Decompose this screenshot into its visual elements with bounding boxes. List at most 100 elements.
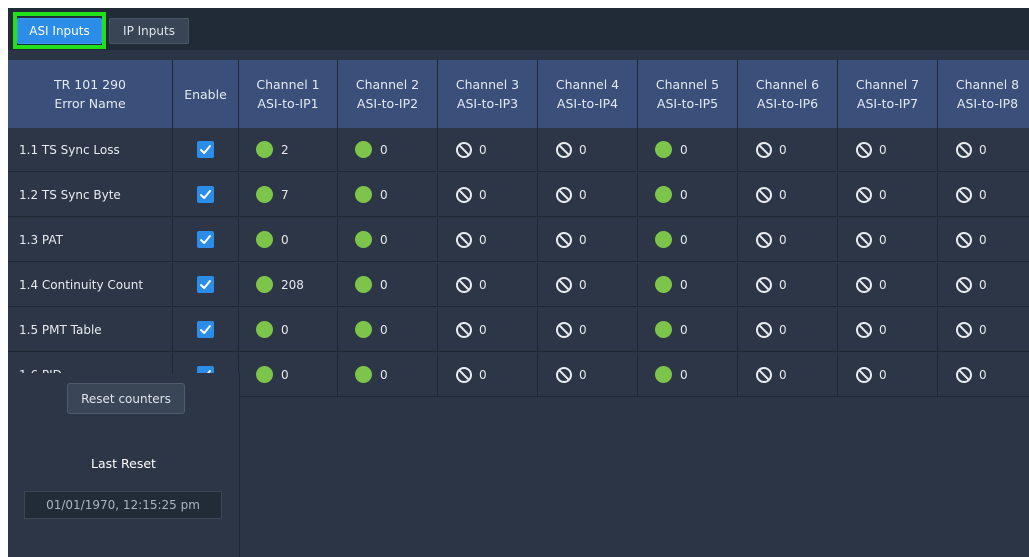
error-count: 0 [680,142,688,157]
error-count: 0 [680,367,688,382]
error-name-cell: 1.4 Continuity Count [8,263,173,307]
tab-ip-inputs[interactable]: IP Inputs [109,18,189,44]
channel-7-status-cell: 0 [838,308,938,352]
channel-6-status-cell: 0 [738,308,838,352]
error-count: 0 [380,277,388,292]
header-channel-5-line-2: ASI-to-IP5 [656,96,719,111]
checkmark-icon [200,190,211,199]
channel-5-status-cell: 0 [638,263,738,307]
header-channel-7-line-2: ASI-to-IP7 [856,96,919,111]
channel-8-status-cell: 0 [938,173,1029,217]
header-channel-6: Channel 6 ASI-to-IP6 [738,60,838,128]
error-count: 0 [879,322,887,337]
enable-cell [173,263,239,307]
enable-cell [173,218,239,262]
error-count: 0 [380,322,388,337]
channel-5-status-cell: 0 [638,308,738,352]
header-enable-line-1: Enable [184,86,227,102]
not-applicable-icon [755,321,773,339]
channel-6-status-cell: 0 [738,218,838,262]
channel-5-status-cell: 0 [638,173,738,217]
channel-8-status-cell: 0 [938,263,1029,307]
header-channel-1: Channel 1 ASI-to-IP1 [239,60,338,128]
error-count: 0 [380,367,388,382]
error-count: 0 [380,232,388,247]
not-applicable-icon [755,231,773,249]
status-ok-icon [655,321,672,338]
not-applicable-icon [455,321,473,339]
last-reset-field: 01/01/1970, 12:15:25 pm [24,491,222,519]
channel-7-status-cell: 0 [838,173,938,217]
channel-1-status-cell: 208 [239,263,338,307]
not-applicable-icon [555,186,573,204]
error-count: 0 [680,232,688,247]
header-channel-8-line-2: ASI-to-IP8 [956,96,1019,111]
channel-3-status-cell: 0 [438,128,538,172]
status-ok-icon [256,231,273,248]
channel-2-status-cell: 0 [338,173,438,217]
enable-cell [173,128,239,172]
status-ok-icon [655,276,672,293]
status-ok-icon [355,321,372,338]
header-enable: Enable [173,60,239,128]
channel-2-status-cell: 0 [338,353,438,397]
error-name-cell: 1.2 TS Sync Byte [8,173,173,217]
header-channel-8-line-1: Channel 8 [955,77,1020,92]
error-count: 0 [879,367,887,382]
header-channel-3-line-2: ASI-to-IP3 [456,96,519,111]
status-ok-icon [355,366,372,383]
error-name-cell: 1.3 PAT [8,218,173,262]
error-count: 0 [579,322,587,337]
error-count: 0 [479,232,487,247]
enable-checkbox[interactable] [197,186,214,203]
enable-checkbox[interactable] [197,276,214,293]
tab-asi-inputs[interactable]: ASI Inputs [17,18,102,44]
channel-7-status-cell: 0 [838,218,938,262]
status-ok-icon [655,186,672,203]
status-ok-icon [655,366,672,383]
error-count: 0 [779,277,787,292]
header-channel-4-line-1: Channel 4 [555,77,620,92]
status-ok-icon [256,321,273,338]
channel-4-status-cell: 0 [538,353,638,397]
not-applicable-icon [455,231,473,249]
status-ok-icon [256,276,273,293]
header-channel-6-line-2: ASI-to-IP6 [756,96,819,111]
error-count: 0 [680,187,688,202]
channel-6-status-cell: 0 [738,353,838,397]
error-count: 0 [979,142,987,157]
error-count: 0 [579,232,587,247]
error-count: 0 [579,277,587,292]
channel-1-status-cell: 0 [239,218,338,262]
error-count: 0 [579,367,587,382]
error-count: 0 [979,367,987,382]
channel-4-status-cell: 0 [538,173,638,217]
error-count: 0 [979,187,987,202]
channel-6-status-cell: 0 [738,263,838,307]
channel-7-status-cell: 0 [838,263,938,307]
status-ok-icon [256,141,273,158]
error-count: 0 [879,277,887,292]
checkmark-icon [200,235,211,244]
channel-2-status-cell: 0 [338,128,438,172]
checkmark-icon [200,280,211,289]
enable-checkbox[interactable] [197,231,214,248]
status-ok-icon [355,276,372,293]
channel-4-status-cell: 0 [538,263,638,307]
channel-1-status-cell: 0 [239,308,338,352]
error-name-cell: 1.5 PMT Table [8,308,173,352]
not-applicable-icon [955,321,973,339]
error-count: 0 [281,232,289,247]
channel-8-status-cell: 0 [938,128,1029,172]
enable-checkbox[interactable] [197,141,214,158]
header-channel-4-line-2: ASI-to-IP4 [556,96,619,111]
channel-8-status-cell: 0 [938,308,1029,352]
error-count: 7 [281,187,289,202]
channel-8-status-cell: 0 [938,218,1029,262]
not-applicable-icon [955,276,973,294]
not-applicable-icon [455,366,473,384]
not-applicable-icon [755,141,773,159]
reset-counters-button[interactable]: Reset counters [67,383,185,414]
header-channel-7: Channel 7 ASI-to-IP7 [838,60,938,128]
enable-checkbox[interactable] [197,321,214,338]
